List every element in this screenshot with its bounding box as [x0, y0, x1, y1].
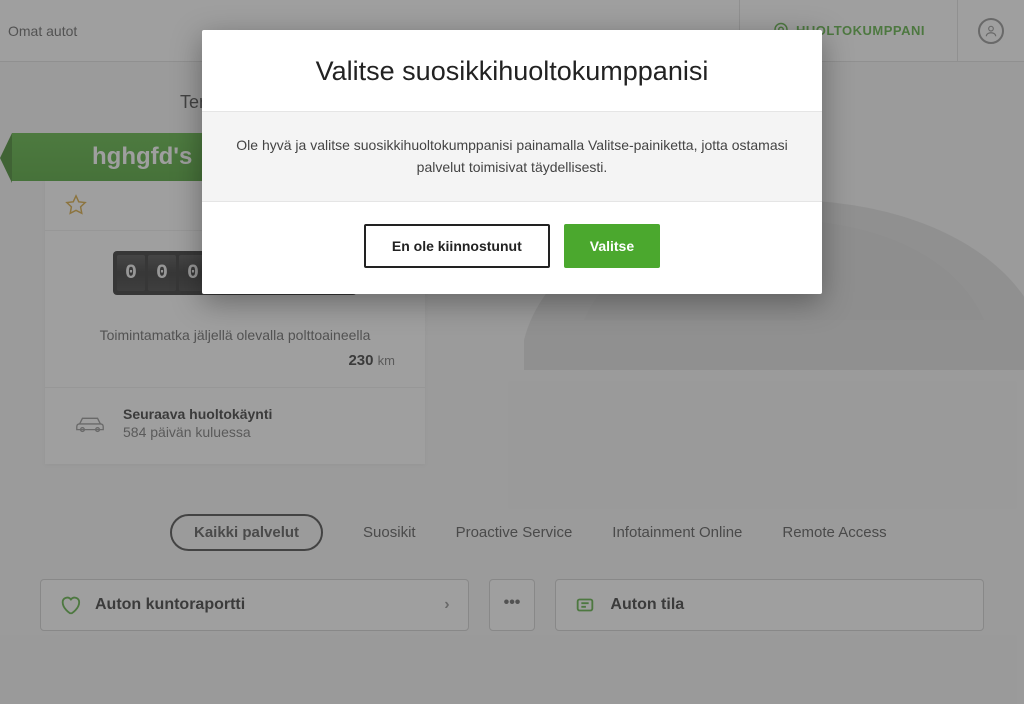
select-partner-modal: Valitse suosikkihuoltokumppanisi Ole hyv…	[202, 30, 822, 294]
modal-body: Ole hyvä ja valitse suosikkihuoltokumppa…	[202, 111, 822, 202]
select-button[interactable]: Valitse	[564, 224, 660, 268]
modal-title: Valitse suosikkihuoltokumppanisi	[202, 30, 822, 111]
modal-overlay[interactable]: Valitse suosikkihuoltokumppanisi Ole hyv…	[0, 0, 1024, 704]
modal-actions: En ole kiinnostunut Valitse	[202, 202, 822, 294]
not-interested-button[interactable]: En ole kiinnostunut	[364, 224, 550, 268]
